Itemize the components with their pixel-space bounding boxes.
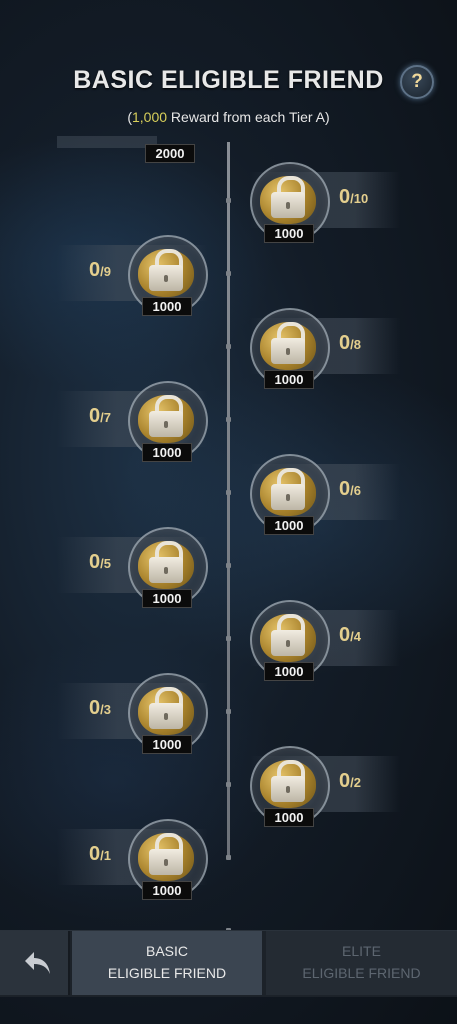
lock-keyhole — [286, 348, 290, 355]
tab-basic-eligible-friend[interactable]: BASIC ELIGIBLE FRIEND — [72, 931, 262, 995]
lock-keyhole — [286, 494, 290, 501]
lock-keyhole — [286, 202, 290, 209]
reward-amount-label: 1000 — [142, 589, 192, 608]
lock-keyhole — [164, 567, 168, 574]
reward-amount-label: 1000 — [264, 808, 314, 827]
reward-amount-label: 1000 — [264, 662, 314, 681]
timeline-dot — [226, 344, 231, 349]
lock-keyhole — [286, 640, 290, 647]
reward-amount-label: 1000 — [142, 735, 192, 754]
reward-subtitle: (1,000 Reward from each Tier A) — [127, 109, 330, 125]
timeline-dot — [226, 709, 231, 714]
timeline-dot — [226, 198, 231, 203]
tab-elite-eligible-friend[interactable]: ELITE ELIGIBLE FRIEND — [266, 931, 457, 995]
reward-amount-label: 1000 — [264, 516, 314, 535]
tier-progress-7: 0/7 — [89, 405, 111, 427]
tier-reward-10[interactable]: 1000 — [250, 162, 330, 243]
timeline-dot — [226, 855, 231, 860]
question-icon: ? — [411, 71, 423, 92]
header: BASIC ELIGIBLE FRIEND ? (1,000 Reward fr… — [0, 60, 457, 130]
tier-progress-6: 0/6 — [339, 478, 361, 500]
tier-progress-8: 0/8 — [339, 332, 361, 354]
lock-keyhole — [164, 275, 168, 282]
bottom-nav: BASIC ELIGIBLE FRIEND ELITE ELIGIBLE FRI… — [0, 930, 457, 997]
tier-progress-9: 0/9 — [89, 259, 111, 281]
reward-amount-label: 1000 — [264, 224, 314, 243]
tier-progress-10: 0/10 — [339, 186, 369, 208]
lock-keyhole — [164, 421, 168, 428]
tier-progress-3: 0/3 — [89, 697, 111, 719]
reward-amount-label: 1000 — [142, 881, 192, 900]
reward-amount-label: 1000 — [142, 443, 192, 462]
tier-reward-6[interactable]: 1000 — [250, 454, 330, 535]
help-button[interactable]: ? — [400, 65, 434, 99]
reward-amount-label: 1000 — [264, 370, 314, 389]
top-partial-reward: 2000 — [57, 130, 207, 164]
tier-progress-1: 0/1 — [89, 843, 111, 865]
tier-progress-5: 0/5 — [89, 551, 111, 573]
timeline-dot — [226, 490, 231, 495]
timeline-dot — [226, 271, 231, 276]
lock-keyhole — [164, 713, 168, 720]
timeline-dot — [226, 782, 231, 787]
lock-keyhole — [164, 859, 168, 866]
lock-keyhole — [286, 786, 290, 793]
timeline-dot — [226, 636, 231, 641]
reward-amount-label: 1000 — [142, 297, 192, 316]
back-arrow-icon — [25, 952, 50, 974]
back-button[interactable] — [0, 931, 70, 995]
timeline-dot — [226, 563, 231, 568]
reward-amount-label: 2000 — [145, 144, 195, 163]
page-title: BASIC ELIGIBLE FRIEND — [73, 66, 384, 94]
tier-reward-8[interactable]: 1000 — [250, 308, 330, 389]
timeline-dot — [226, 417, 231, 422]
timeline-line — [227, 142, 230, 860]
tier-reward-2[interactable]: 1000 — [250, 746, 330, 827]
reward-amount: 1,000 — [132, 109, 168, 125]
tier-progress-4: 0/4 — [339, 624, 361, 646]
tier-progress-2: 0/2 — [339, 770, 361, 792]
tier-reward-4[interactable]: 1000 — [250, 600, 330, 681]
